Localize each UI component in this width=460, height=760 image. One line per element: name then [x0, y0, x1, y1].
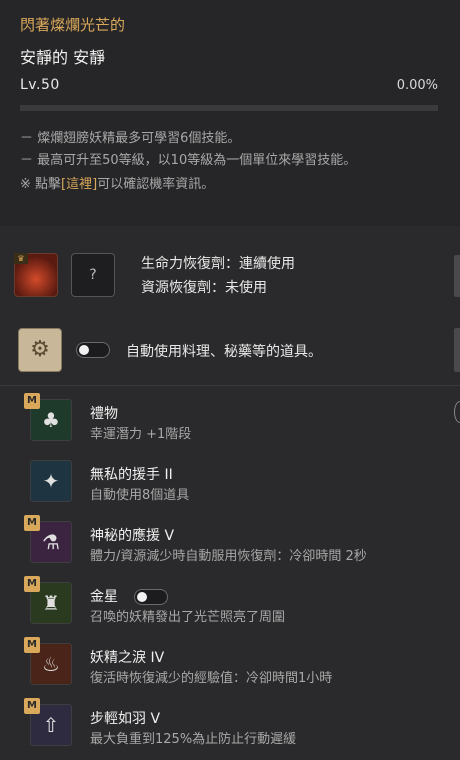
- info-click-suffix: 可以確認機率資訊。: [97, 177, 215, 192]
- skill-title: 步輕如羽 V: [90, 711, 161, 727]
- info-line-max-level: － 最高可升至50等級，以10等級為一個單位來學習技能。: [20, 153, 357, 168]
- fairy-icon: ✦: [30, 460, 72, 502]
- exp-progress-bar: [20, 105, 438, 111]
- hp-potion-setting: 生命力恢復劑：連續使用: [141, 256, 295, 272]
- skill-title: 無私的援手 II: [90, 467, 173, 483]
- info-click-prefix: ※ 點擊: [20, 177, 62, 192]
- mastery-badge: M: [24, 515, 40, 531]
- mastery-badge: M: [24, 637, 40, 653]
- venus-light-toggle[interactable]: [134, 589, 168, 605]
- auto-use-label: 自動使用料理、秘藥等的道具。: [126, 344, 322, 360]
- skill-description: 召喚的妖精發出了光芒照亮了周圍: [90, 610, 286, 625]
- fairy-level: Lv.50: [20, 77, 60, 93]
- divider: [0, 385, 460, 386]
- skill-description: 復活時恢復減少的經驗值：冷卻時間1小時: [90, 671, 333, 686]
- skill-description: 自動使用8個道具: [90, 488, 190, 503]
- info-line-max-skills: － 燦爛翅膀妖精最多可學習6個技能。: [20, 131, 241, 146]
- skill-row: ✦ 無私的援手 II 自動使用8個道具: [0, 454, 460, 516]
- mastery-badge: M: [24, 393, 40, 409]
- unknown-slot[interactable]: ?: [71, 253, 115, 297]
- mastery-badge: M: [24, 576, 40, 592]
- skill-row: ♜ M 金星 召喚的妖精發出了光芒照亮了周圍: [0, 576, 460, 638]
- skill-row: ⚗ M 神秘的應援 V 體力/資源減少時自動服用恢復劑：冷卻時間 2秒: [0, 515, 460, 577]
- info-line-probability: ※ 點擊[這裡]可以確認機率資訊。: [20, 173, 214, 192]
- probability-link[interactable]: [這裡]: [61, 177, 97, 192]
- skill-row: ♨ M 妖精之淚 IV 復活時恢復減少的經驗值：冷卻時間1小時: [0, 637, 460, 699]
- skill-description: 體力/資源減少時自動服用恢復劑：冷卻時間 2秒: [90, 549, 367, 564]
- resource-potion-setting: 資源恢復劑：未使用: [141, 280, 267, 296]
- fairy-rank-label: 閃著燦爛光芒的: [20, 16, 126, 34]
- skill-title: 神秘的應援 V: [90, 528, 175, 544]
- exp-percent: 0.00%: [396, 78, 438, 93]
- skill-row: ⇧ M 步輕如羽 V 最大負重到125%為止防止行動遲緩: [0, 698, 460, 760]
- potion-settings-button[interactable]: [454, 255, 460, 297]
- auto-use-gear-icon: ⚙: [18, 328, 62, 372]
- crown-icon: ♛: [14, 253, 28, 264]
- skill-description: 幸運潛力 +1階段: [90, 427, 192, 442]
- mastery-badge: M: [24, 698, 40, 714]
- skill-row: ♣ M 禮物 幸運潛力 +1階段: [0, 393, 460, 455]
- skill-title: 妖精之淚 IV: [90, 650, 165, 666]
- auto-use-toggle[interactable]: [76, 342, 110, 358]
- fairy-name: 安靜的 安靜: [20, 48, 106, 67]
- skill-title: 禮物: [90, 406, 118, 422]
- auto-use-settings-button[interactable]: [454, 328, 460, 372]
- skill-description: 最大負重到125%為止防止行動遲緩: [90, 732, 297, 747]
- skill-title: 金星: [90, 589, 118, 605]
